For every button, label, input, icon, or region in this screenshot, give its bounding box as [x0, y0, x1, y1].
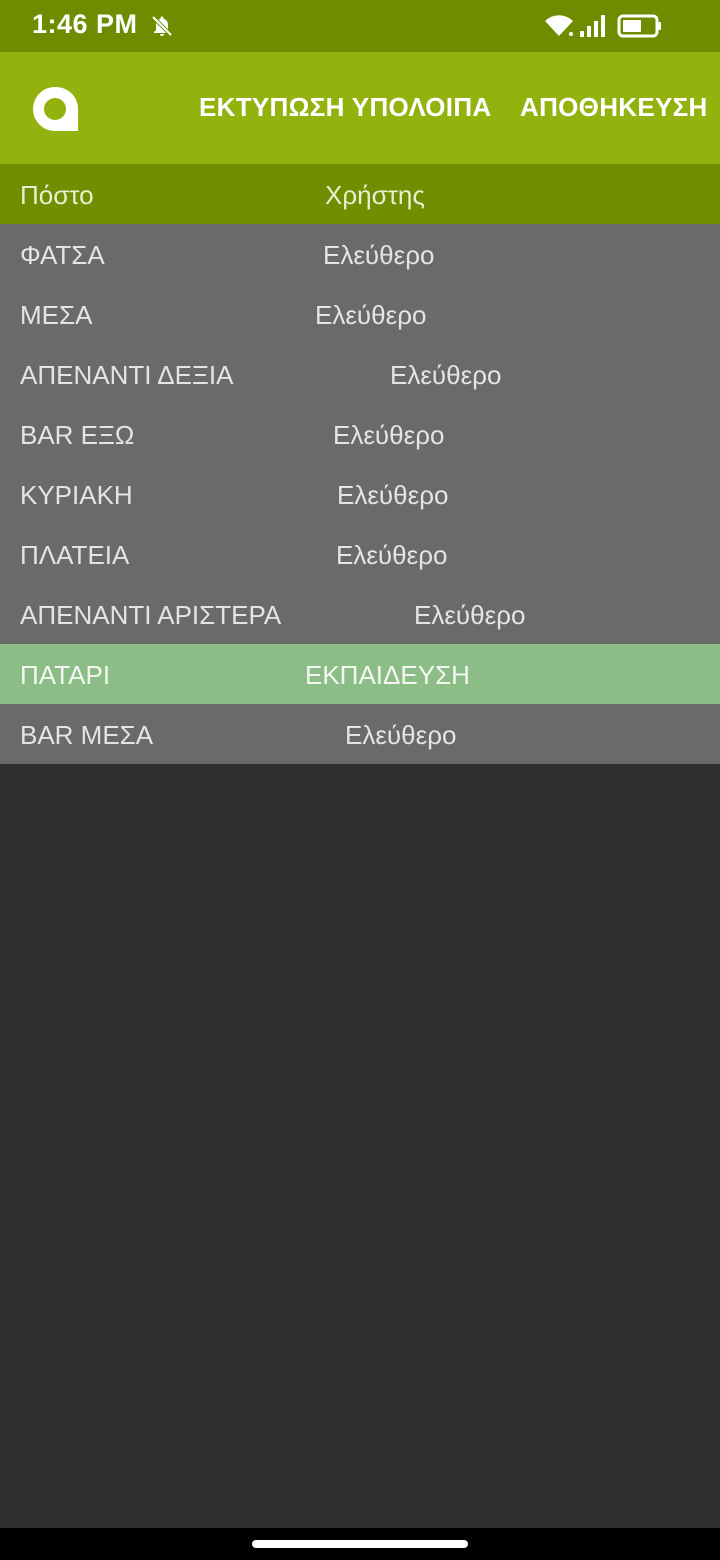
app-logo-icon	[33, 86, 79, 131]
row-post: BAR ΕΞΩ	[20, 420, 135, 450]
row-user: ΕΚΠΑΙΔΕΥΣΗ	[305, 660, 470, 690]
table-row[interactable]: BAR ΕΞΩ Ελεύθερο	[0, 404, 720, 464]
posts-table: ΦΑΤΣΑ Ελεύθερο ΜΕΣΑ Ελεύθερο ΑΠΕΝΑΝΤΙ ΔΕ…	[0, 224, 720, 764]
row-user: Ελεύθερο	[337, 480, 449, 510]
row-post: ΠΛΑΤΕΙΑ	[20, 540, 130, 570]
table-header: Πόστο Χρήστης	[0, 164, 720, 224]
table-row[interactable]: ΑΠΕΝΑΝΤΙ ΔΕΞΙΑ Ελεύθερο	[0, 344, 720, 404]
status-bar: 1:46 PM	[0, 0, 720, 52]
row-user: Ελεύθερο	[336, 540, 448, 570]
save-button[interactable]: ΑΠΟΘΗΚΕΥΣΗ	[520, 92, 708, 123]
row-user: Ελεύθερο	[414, 600, 526, 630]
row-user: Ελεύθερο	[390, 360, 502, 390]
table-row[interactable]: ΠΛΑΤΕΙΑ Ελεύθερο	[0, 524, 720, 584]
row-post: ΦΑΤΣΑ	[20, 240, 105, 270]
column-header-user: Χρήστης	[325, 180, 425, 210]
row-post: ΠΑΤΑΡΙ	[20, 660, 111, 690]
row-post: ΑΠΕΝΑΝΤΙ ΑΡΙΣΤΕΡΑ	[20, 600, 282, 630]
table-row-selected[interactable]: ΠΑΤΑΡΙ ΕΚΠΑΙΔΕΥΣΗ	[0, 644, 720, 704]
row-post: BAR ΜΕΣΑ	[20, 720, 154, 750]
row-user: Ελεύθερο	[315, 300, 427, 330]
print-remaining-button[interactable]: ΕΚΤΥΠΩΣΗ ΥΠΟΛΟΙΠΑ	[199, 92, 491, 123]
screen: 1:46 PM ΕΚΤΥΠΩΣΗ ΥΠΟΛΟΙΠΑ ΑΠΟΘΗΚΕΥΣΗ Πόσ…	[0, 0, 720, 1560]
table-row[interactable]: ΑΠΕΝΑΝΤΙ ΑΡΙΣΤΕΡΑ Ελεύθερο	[0, 584, 720, 644]
table-row[interactable]: ΦΑΤΣΑ Ελεύθερο	[0, 224, 720, 284]
table-row[interactable]: ΚΥΡΙΑΚΗ Ελεύθερο	[0, 464, 720, 524]
row-user: Ελεύθερο	[323, 240, 435, 270]
wifi-icon	[545, 15, 573, 37]
row-user: Ελεύθερο	[345, 720, 457, 750]
home-gesture-pill[interactable]	[252, 1540, 468, 1548]
status-time: 1:46 PM	[32, 9, 138, 39]
row-post: ΜΕΣΑ	[20, 300, 93, 330]
row-post: ΚΥΡΙΑΚΗ	[20, 480, 133, 510]
table-row[interactable]: ΜΕΣΑ Ελεύθερο	[0, 284, 720, 344]
battery-icon	[617, 14, 661, 38]
bell-off-icon	[151, 15, 173, 37]
row-post: ΑΠΕΝΑΝΤΙ ΔΕΞΙΑ	[20, 360, 234, 390]
row-user: Ελεύθερο	[333, 420, 445, 450]
table-row[interactable]: BAR ΜΕΣΑ Ελεύθερο	[0, 704, 720, 764]
column-header-post: Πόστο	[20, 180, 94, 210]
navigation-bar	[0, 1528, 720, 1560]
app-bar: ΕΚΤΥΠΩΣΗ ΥΠΟΛΟΙΠΑ ΑΠΟΘΗΚΕΥΣΗ	[0, 52, 720, 164]
signal-icon	[580, 15, 605, 37]
